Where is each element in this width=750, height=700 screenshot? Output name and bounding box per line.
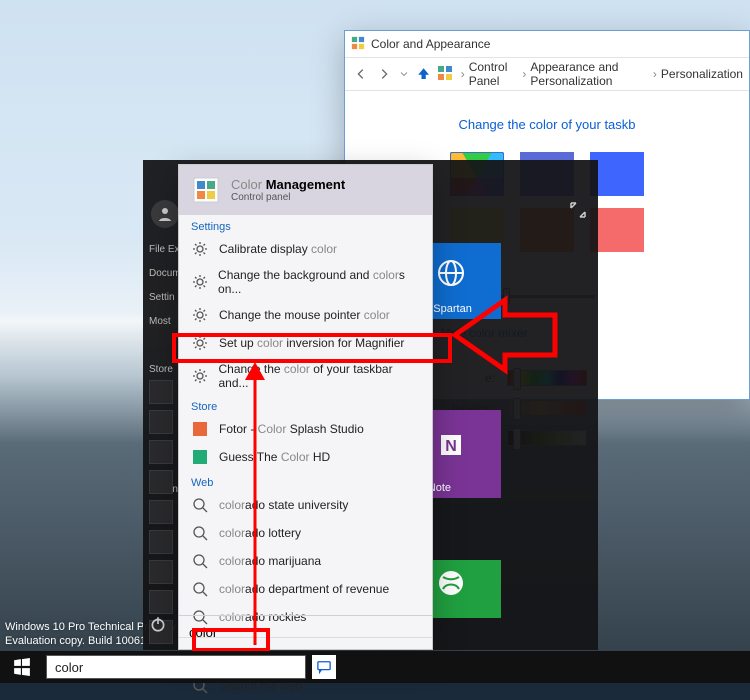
gear-icon	[191, 306, 209, 324]
gear-icon	[191, 334, 209, 352]
start-left-item[interactable]: Store	[149, 358, 181, 382]
search-result-setting[interactable]: Change the color of your taskbar and...	[179, 357, 432, 395]
color-swatch[interactable]	[590, 208, 644, 252]
search-icon	[191, 496, 209, 514]
crumb-appearance[interactable]: Appearance and Personalization	[530, 60, 649, 88]
breadcrumb: ›Control Panel ›Appearance and Personali…	[461, 60, 743, 88]
search-result-setting[interactable]: Set up color inversion for Magnifier	[179, 329, 432, 357]
search-result-setting[interactable]: Change the background and colors on...	[179, 263, 432, 301]
search-result-web[interactable]: colorado state university	[179, 491, 432, 519]
taskbar[interactable]: color	[0, 651, 750, 683]
gear-icon	[191, 273, 208, 291]
search-result-store[interactable]: Fotor - Color Splash Studio	[179, 415, 432, 443]
search-result-web[interactable]: colorado department of revenue	[179, 575, 432, 603]
search-result-web[interactable]: colorado marijuana	[179, 547, 432, 575]
search-icon	[191, 580, 209, 598]
pinned-app[interactable]	[149, 380, 173, 404]
pinned-app[interactable]	[149, 530, 173, 554]
start-left-item[interactable]: Settin	[149, 286, 181, 310]
top-result-title: Color Management	[231, 177, 345, 192]
search-result-web[interactable]: colorado lottery	[179, 519, 432, 547]
breadcrumb-icon	[437, 65, 453, 84]
taskbar-search[interactable]: color	[46, 655, 306, 679]
pinned-app[interactable]	[149, 410, 173, 434]
start-button[interactable]	[0, 651, 44, 683]
top-result-source: Control panel	[231, 192, 345, 203]
nav-toolbar: ›Control Panel ›Appearance and Personali…	[345, 57, 749, 91]
window-title: Color and Appearance	[371, 37, 490, 51]
start-left-item[interactable]: Docum	[149, 262, 181, 286]
power-icon[interactable]	[149, 615, 167, 638]
back-button[interactable]	[351, 62, 370, 86]
gear-icon	[191, 367, 208, 385]
top-result[interactable]: Color Management Control panel	[179, 165, 432, 215]
crumb-personalization[interactable]: Personalization	[661, 67, 743, 81]
section-web: Web	[179, 471, 432, 491]
start-left-item[interactable]	[149, 334, 181, 358]
pinned-app[interactable]	[149, 470, 173, 494]
user-avatar[interactable]	[151, 200, 179, 228]
section-store: Store	[179, 395, 432, 415]
window-titlebar[interactable]: Color and Appearance	[345, 31, 749, 57]
pinned-app[interactable]	[149, 500, 173, 524]
gear-icon	[191, 240, 209, 258]
pinned-app[interactable]	[149, 440, 173, 464]
color-swatch[interactable]	[590, 152, 644, 196]
search-result-setting[interactable]: Calibrate display color	[179, 235, 432, 263]
expand-icon[interactable]	[568, 200, 588, 225]
recent-dropdown[interactable]	[397, 62, 411, 86]
page-title: Change the color of your taskb	[385, 117, 709, 132]
app-icon	[191, 420, 209, 438]
color-management-icon	[191, 175, 221, 205]
forward-button[interactable]	[374, 62, 393, 86]
start-left-item[interactable]: Most	[149, 310, 181, 334]
search-icon	[191, 552, 209, 570]
crumb-control-panel[interactable]: Control Panel	[469, 60, 519, 88]
svg-text:N: N	[445, 438, 457, 455]
search-panel[interactable]: Color Management Control panel Settings …	[178, 164, 433, 650]
feedback-icon[interactable]	[312, 655, 336, 679]
search-result-store[interactable]: Guess The Color HD	[179, 443, 432, 471]
search-input[interactable]	[189, 625, 422, 640]
search-icon	[191, 524, 209, 542]
up-button[interactable]	[415, 63, 432, 85]
window-icon	[351, 36, 365, 53]
start-pinned-apps	[149, 380, 173, 644]
search-input-row	[179, 615, 432, 649]
search-result-setting[interactable]: Change the mouse pointer color	[179, 301, 432, 329]
section-settings: Settings	[179, 215, 432, 235]
start-left-item[interactable]: File Ex	[149, 238, 181, 262]
pinned-app[interactable]	[149, 590, 173, 614]
pinned-app[interactable]	[149, 560, 173, 584]
app-icon	[191, 448, 209, 466]
